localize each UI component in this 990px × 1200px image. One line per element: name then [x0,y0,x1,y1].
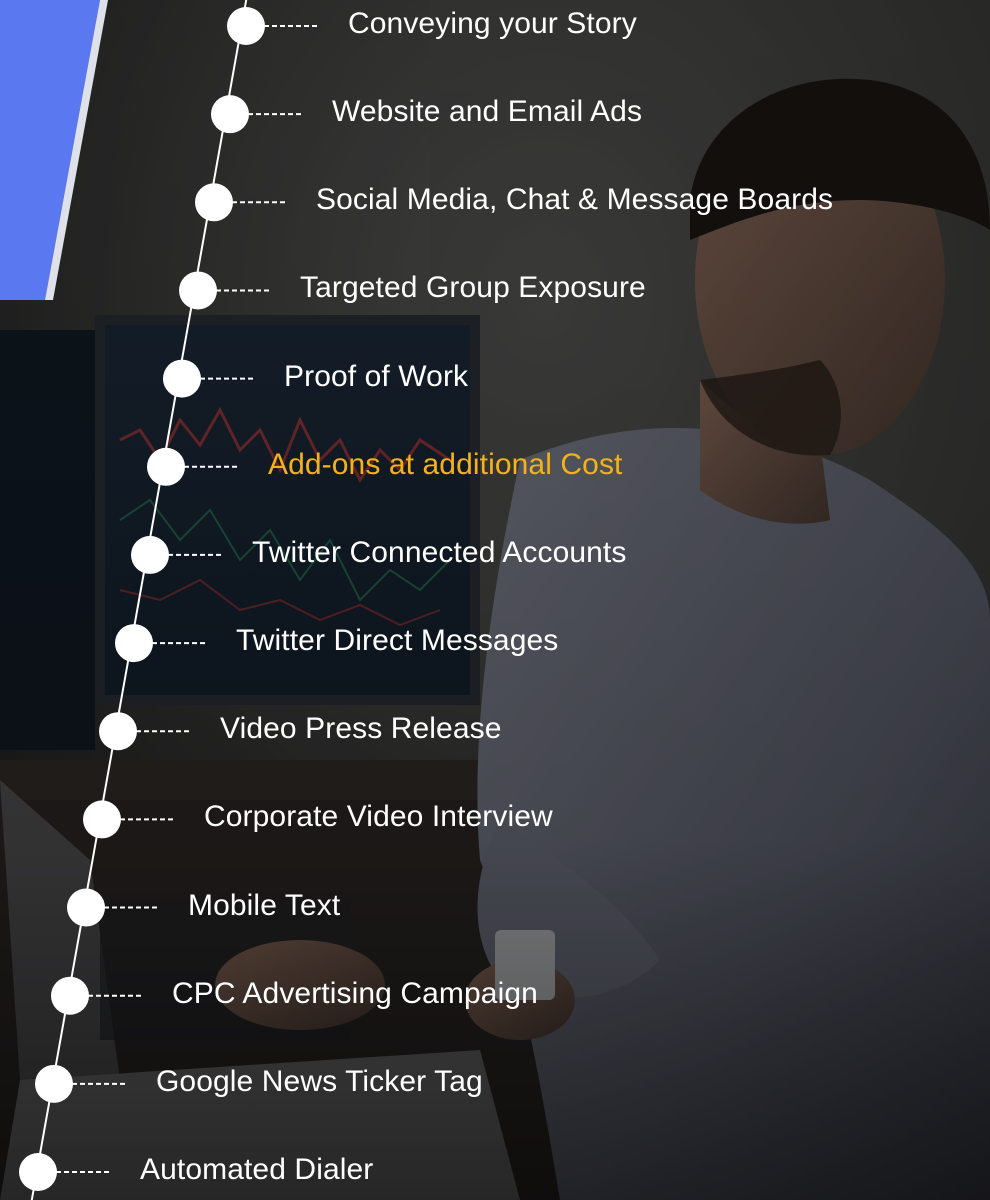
timeline-node [147,447,185,486]
timeline-node [19,1153,57,1191]
timeline-item-label: Mobile Text [188,888,341,922]
timeline-node [83,800,121,839]
timeline-item-label: Google News Ticker Tag [156,1064,483,1098]
timeline-item-label: Video Press Release [220,712,502,746]
timeline-node [99,712,137,751]
timeline-node [131,535,169,574]
timeline-item-label: Social Media, Chat & Message Boards [316,183,834,217]
timeline-item-label: Corporate Video Interview [204,800,553,834]
timeline-line [30,0,248,1200]
timeline-node [35,1064,73,1103]
timeline-node [227,7,265,45]
timeline-node [51,976,89,1015]
timeline-node [211,95,249,134]
timeline-graphic [19,0,318,1200]
timeline-item-label: Twitter Direct Messages [236,624,559,658]
timeline-item-label: Proof of Work [284,359,469,393]
timeline-item-label: CPC Advertising Campaign [172,976,538,1010]
timeline-node [115,624,153,663]
timeline-item-label-highlight: Add-ons at additional Cost [268,447,623,481]
timeline-item-label: Twitter Connected Accounts [252,535,627,569]
timeline-node [163,359,201,398]
timeline-node [195,183,233,222]
timeline-item-label: Website and Email Ads [332,95,643,129]
timeline-item-label: Targeted Group Exposure [300,271,646,305]
promo-scene: Conveying your Story Website and Email Ad… [0,0,990,1200]
timeline-node [179,271,217,310]
timeline-item-label: Automated Dialer [140,1153,374,1186]
timeline-node [67,888,105,927]
timeline-item-label: Conveying your Story [348,7,637,40]
